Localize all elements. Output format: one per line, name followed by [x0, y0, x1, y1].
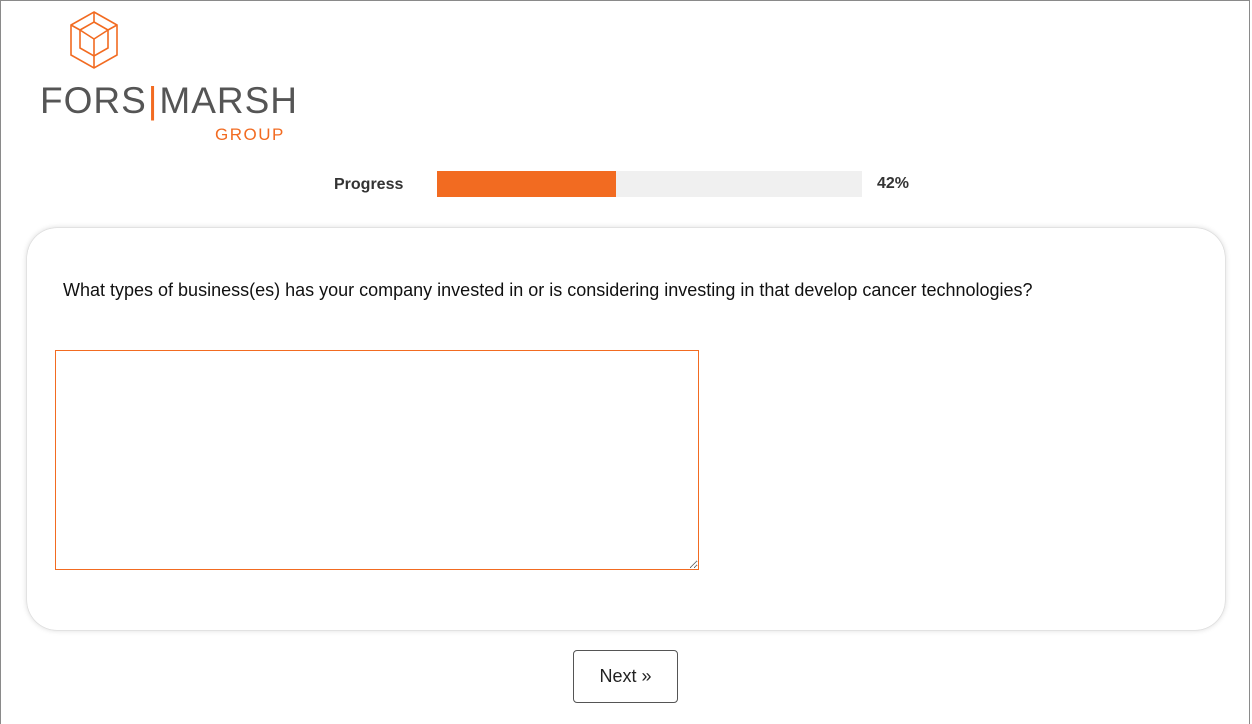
next-button[interactable]: Next » [573, 650, 678, 703]
logo-separator: | [147, 80, 159, 121]
progress-label: Progress [334, 176, 404, 193]
answer-textarea[interactable] [55, 350, 699, 570]
progress-bar [437, 171, 862, 197]
logo-subtitle: GROUP [215, 125, 285, 144]
progress-bar-fill [437, 171, 616, 197]
logo-wordmark: FORS|MARSH [40, 82, 298, 119]
question-card: What types of business(es) has your comp… [27, 228, 1225, 630]
logo-word-fors: FORS [40, 80, 147, 121]
logo-word-marsh: MARSH [159, 80, 299, 121]
company-logo: FORS|MARSH GROUP [40, 10, 310, 143]
progress-percent: 42% [877, 175, 910, 192]
question-text: What types of business(es) has your comp… [63, 280, 1033, 300]
cube-logo-icon [70, 11, 118, 69]
